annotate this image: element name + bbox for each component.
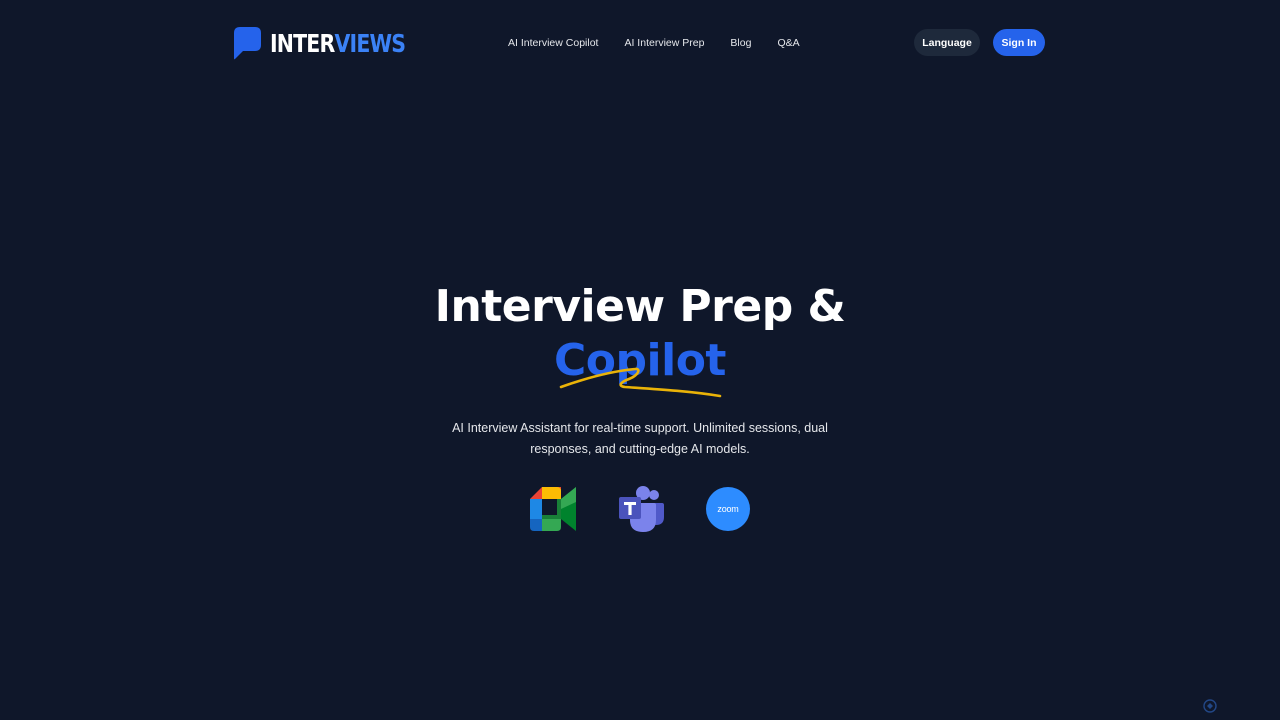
hero-title-line1: Interview Prep &	[434, 281, 846, 332]
zoom-logo-circle: zoom	[706, 487, 750, 531]
hero-subtitle: AI Interview Assistant for real-time sup…	[452, 421, 828, 456]
platform-list: zoom	[0, 486, 1280, 532]
underline-scribble-icon	[559, 367, 722, 398]
navbar: INTERVIEWS AI Interview Copilot AI Inter…	[0, 0, 1280, 85]
main-nav: AI Interview Copilot AI Interview Prep B…	[508, 35, 800, 51]
logo-link[interactable]: INTERVIEWS	[234, 26, 435, 60]
brand-name-part2: VIEWS	[334, 28, 406, 58]
nav-link-ai-interview-prep[interactable]: AI Interview Prep	[624, 37, 704, 49]
speech-bubble-icon	[234, 26, 261, 59]
zoom-icon: zoom	[705, 486, 751, 532]
brand-name-part1: INTER	[270, 28, 335, 58]
nav-link-qa[interactable]: Q&A	[777, 37, 799, 49]
zoom-label: zoom	[717, 504, 739, 514]
nav-link-ai-interview-copilot[interactable]: AI Interview Copilot	[508, 37, 598, 49]
nav-link-blog[interactable]: Blog	[730, 37, 751, 49]
page: INTERVIEWS AI Interview Copilot AI Inter…	[0, 0, 1280, 720]
google-meet-icon	[530, 486, 576, 532]
recaptcha-icon	[1203, 699, 1217, 713]
brand-name: INTERVIEWS	[270, 28, 406, 58]
sign-in-button[interactable]: Sign In	[993, 29, 1045, 56]
language-button[interactable]: Language	[914, 29, 980, 56]
microsoft-teams-icon	[618, 486, 664, 532]
